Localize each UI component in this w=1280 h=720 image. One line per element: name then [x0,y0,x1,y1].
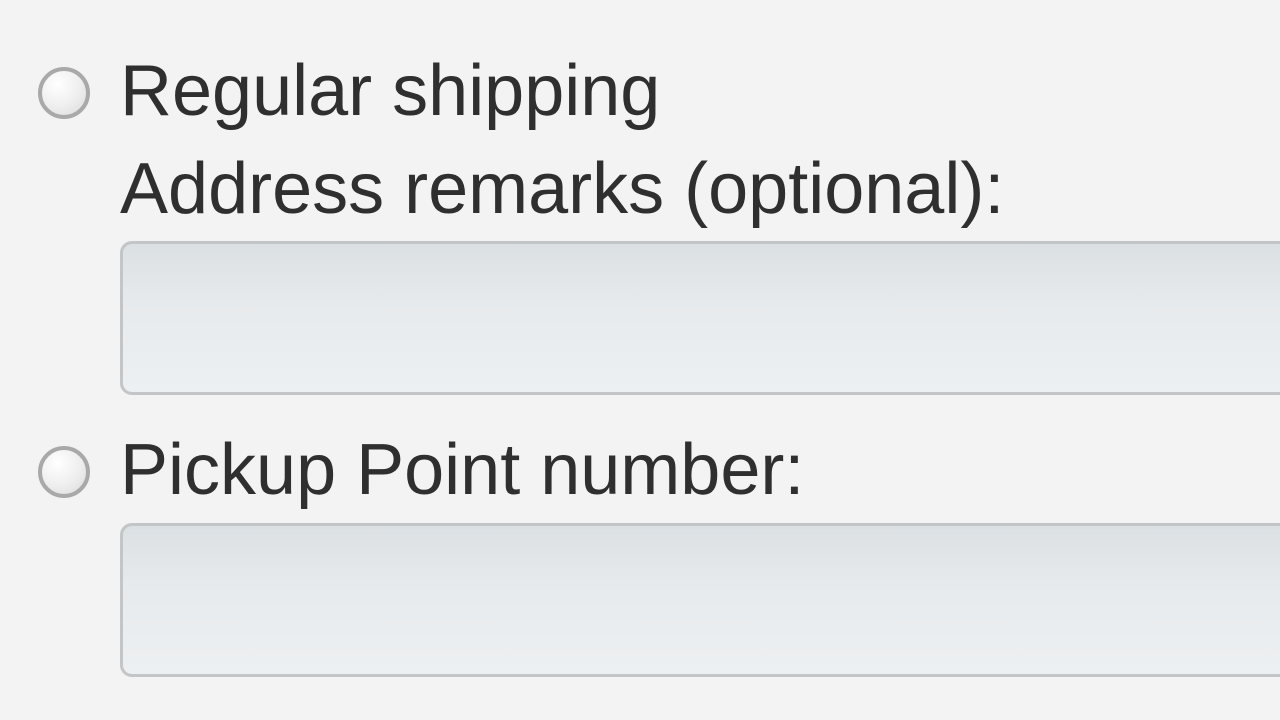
pickup-point-option: Pickup Point number: [38,433,1280,677]
address-remarks-label-row: Address remarks (optional): [38,152,1280,228]
regular-shipping-radio[interactable] [38,67,90,119]
pickup-point-radio[interactable] [38,446,90,498]
pickup-point-radio-row: Pickup Point number: [38,433,1280,509]
regular-shipping-label: Regular shipping [120,54,660,130]
regular-shipping-option: Regular shipping Address remarks (option… [38,54,1280,395]
address-remarks-input-wrap [38,241,1280,395]
pickup-point-input[interactable] [120,523,1280,677]
pickup-point-input-wrap [38,523,1280,677]
pickup-point-label: Pickup Point number: [120,433,804,509]
address-remarks-input[interactable] [120,241,1280,395]
regular-shipping-radio-row: Regular shipping [38,54,1280,130]
address-remarks-label: Address remarks (optional): [120,149,1004,229]
